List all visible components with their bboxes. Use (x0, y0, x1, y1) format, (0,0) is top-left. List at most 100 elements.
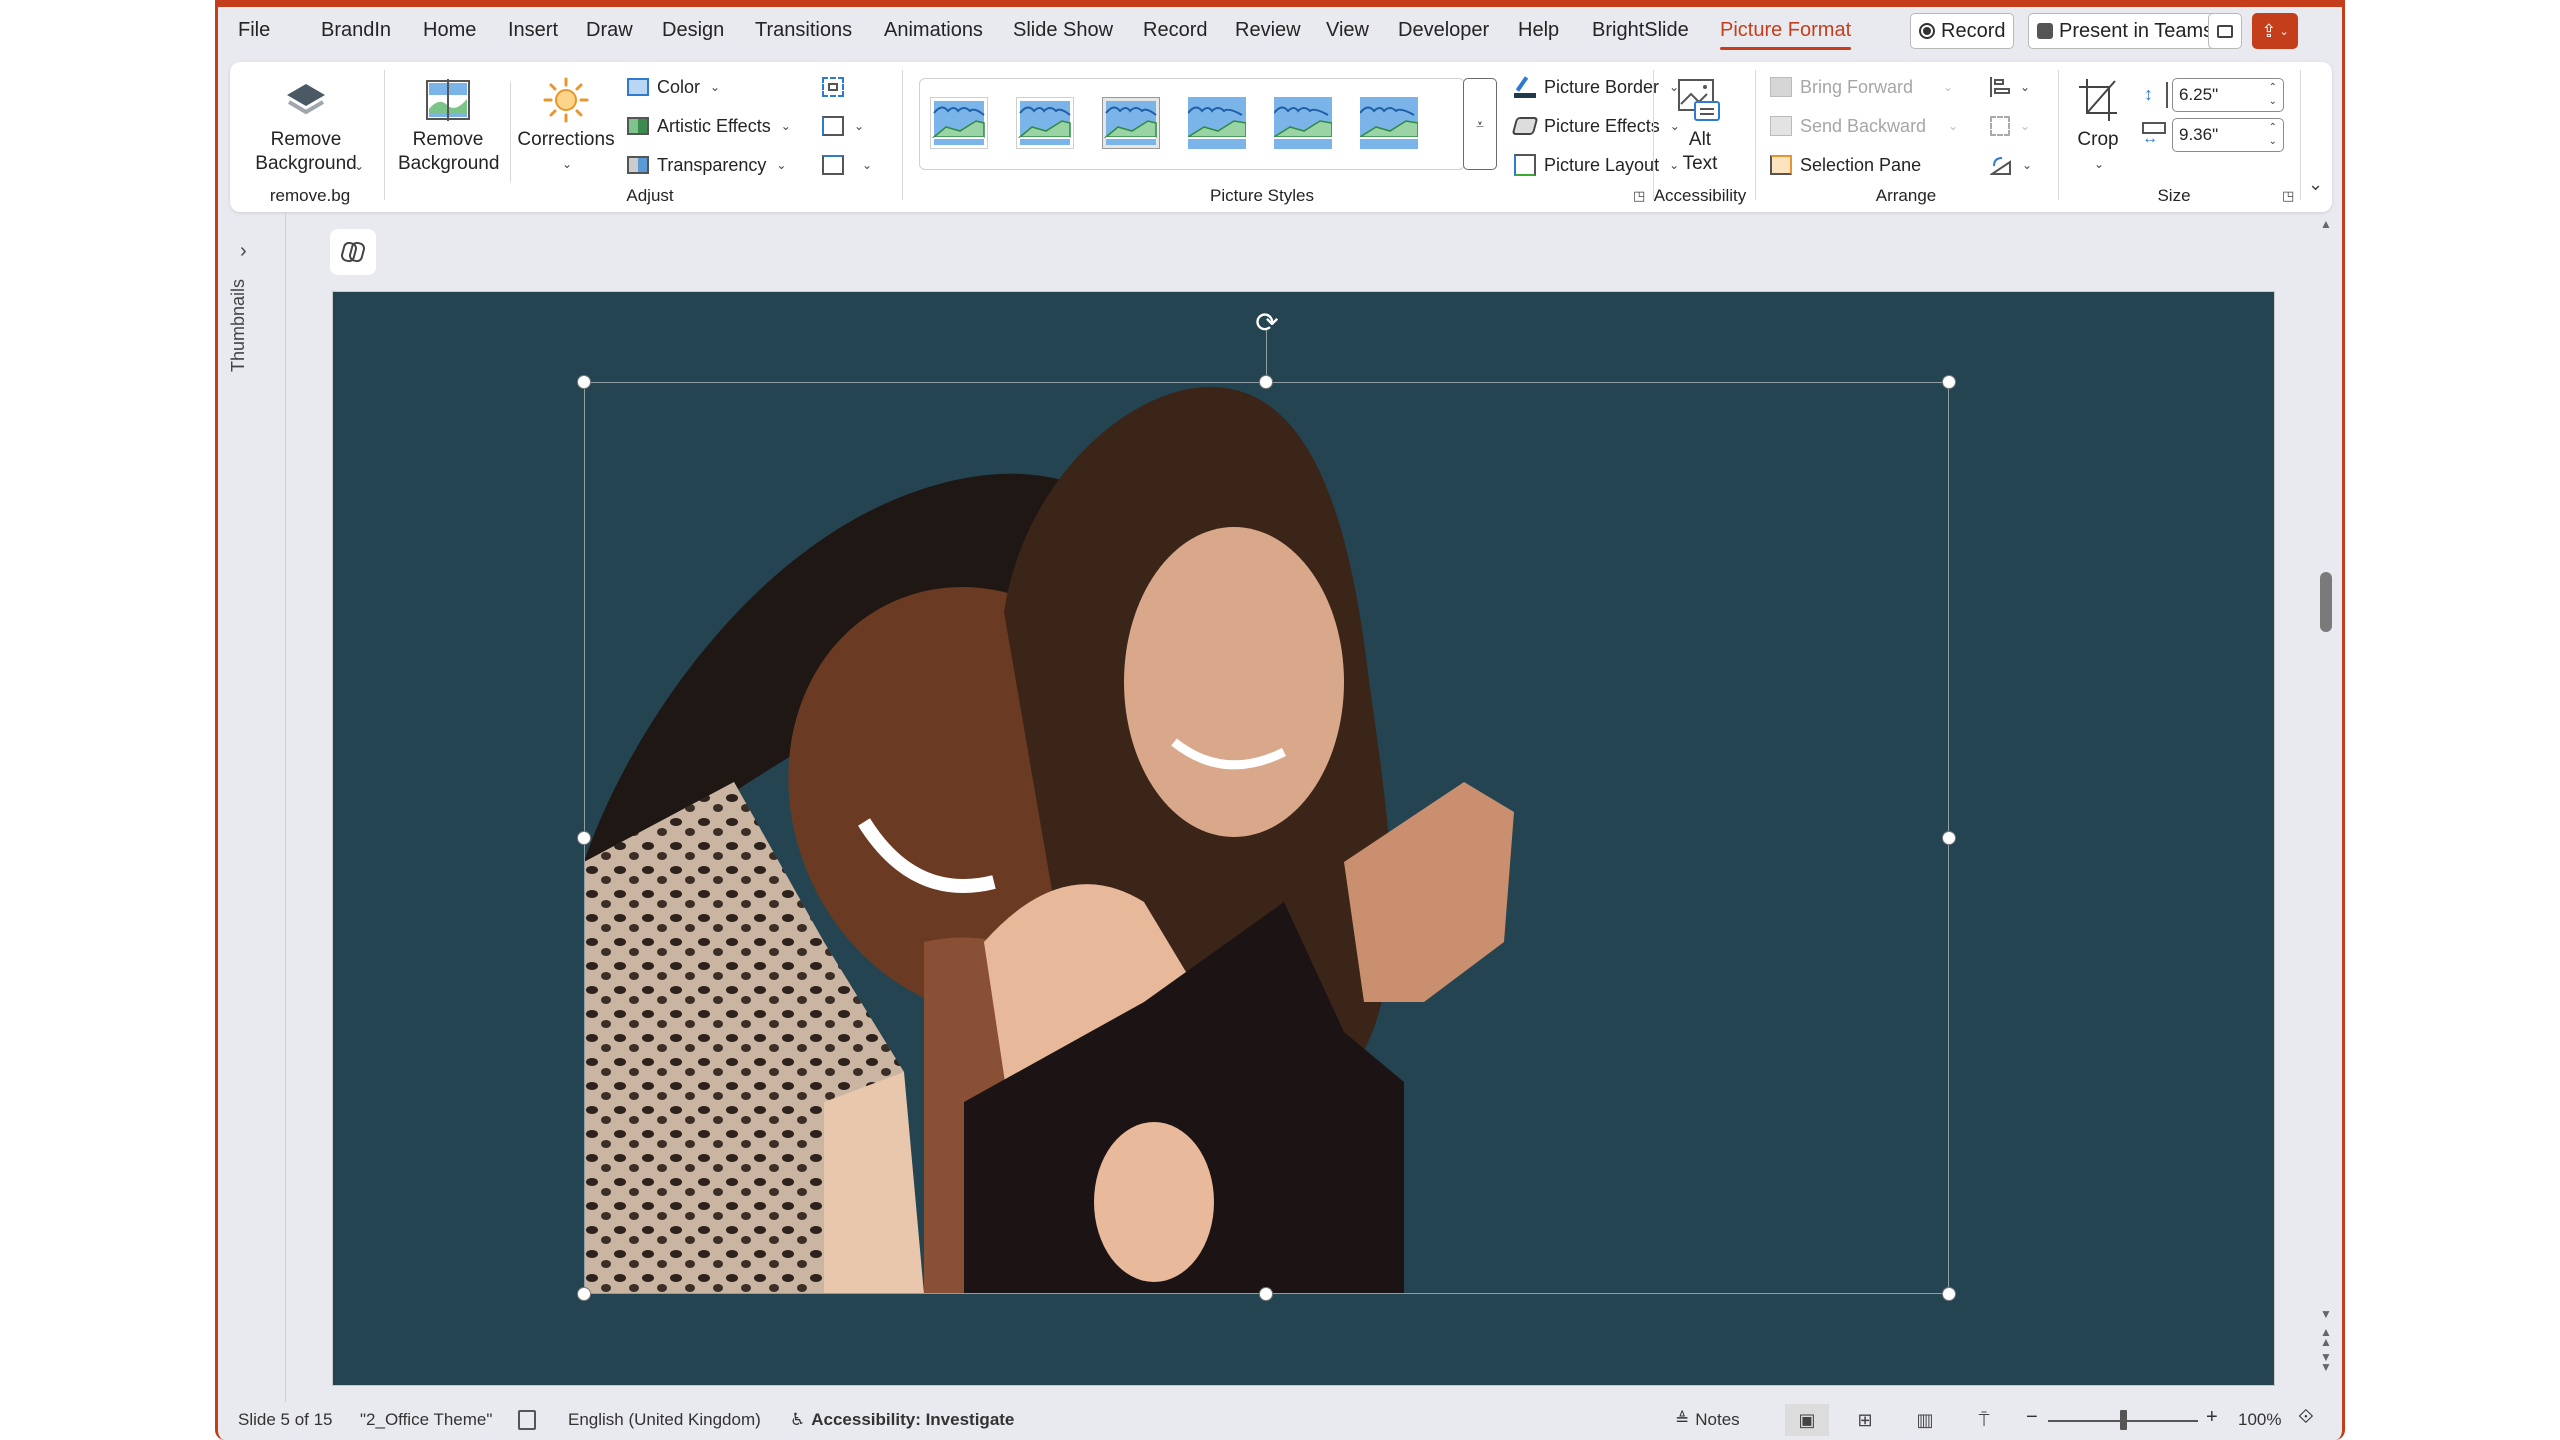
resize-handle-bottom-right[interactable] (1942, 1287, 1956, 1301)
expand-thumbnails-icon[interactable]: › (240, 240, 247, 263)
picture-style-6[interactable] (1357, 97, 1419, 149)
height-spinner[interactable]: ⌃ ⌄ (2269, 81, 2277, 109)
collapse-ribbon-icon[interactable]: ⌄ (2308, 174, 2323, 195)
compress-pictures-button[interactable] (822, 72, 844, 102)
align-button[interactable]: ⌄ (1990, 72, 2030, 102)
alt-text-label-2: Text (1682, 153, 1718, 174)
picture-layout-button[interactable]: Picture Layout ⌄ (1514, 150, 1679, 180)
tab-brandin[interactable]: BrandIn (321, 19, 391, 42)
corrections-label: Corrections (517, 129, 615, 150)
tab-developer[interactable]: Developer (1398, 19, 1489, 42)
comments-button[interactable] (2208, 13, 2242, 49)
scroll-down-icon[interactable]: ▼ (2318, 1307, 2334, 1321)
alt-text-label-1: Alt (1688, 129, 1712, 150)
rotate-button[interactable]: ⌄ (1988, 150, 2032, 180)
rotate-icon (1988, 156, 2012, 175)
picture-style-2[interactable] (1016, 97, 1074, 149)
copilot-button[interactable] (330, 229, 376, 275)
tab-transitions[interactable]: Transitions (755, 19, 852, 42)
transparency-button[interactable]: Transparency ⌄ (627, 150, 786, 180)
tab-slide-show[interactable]: Slide Show (1013, 19, 1113, 42)
width-spinner[interactable]: ⌃ ⌄ (2269, 121, 2277, 149)
slide-show-button[interactable]: ⍑ (1962, 1404, 2006, 1436)
bring-forward-button[interactable]: Bring Forward ⌄ (1770, 72, 1953, 102)
tab-insert[interactable]: Insert (508, 19, 558, 42)
accessibility-checker[interactable]: ♿ Accessibility: Investigate (790, 1410, 1014, 1430)
alt-text-button[interactable]: Alt Text (1658, 72, 1742, 176)
notes-button[interactable]: ≜ Notes (1675, 1410, 1740, 1430)
record-button[interactable]: Record (1910, 13, 2015, 49)
ribbon: Remove Background ⌄ remove.bg Remove Bac… (230, 62, 2332, 212)
more-icon: ⩡ (1476, 115, 1484, 132)
change-picture-button[interactable]: ⌄ (822, 111, 864, 141)
fit-to-window-icon[interactable]: ⟐ (2298, 1406, 2314, 1429)
corrections-button[interactable]: Corrections ⌄ (516, 72, 616, 176)
vertical-scrollbar[interactable]: ▲ ▼ ▲ ▲ ▼ ▼ (2318, 217, 2334, 1382)
group-objects-button[interactable]: ⌄ (1990, 111, 2030, 141)
selection-pane-label: Selection Pane (1800, 154, 1922, 175)
slide-sorter-view-button[interactable]: ⊞ (1843, 1404, 1887, 1436)
next-slide-icon[interactable]: ▼ ▼ (2318, 1351, 2334, 1373)
tab-review[interactable]: Review (1235, 19, 1301, 42)
chevron-down-icon: ⌄ (2093, 157, 2105, 171)
zoom-slider-thumb[interactable] (2120, 1410, 2127, 1430)
remove-background-button[interactable]: Remove Background (390, 72, 506, 176)
artistic-effects-button[interactable]: Artistic Effects ⌄ (627, 111, 791, 141)
previous-slide-icon[interactable]: ▲ ▲ (2318, 1326, 2334, 1348)
tab-animations[interactable]: Animations (884, 19, 983, 42)
zoom-level[interactable]: 100% (2238, 1410, 2281, 1430)
group-divider (2300, 70, 2301, 200)
spelling-check-icon[interactable] (518, 1410, 536, 1430)
dialog-launcher-icon[interactable]: ◳ (2282, 188, 2294, 204)
reset-picture-button[interactable]: ⌄ (822, 150, 872, 180)
height-field[interactable]: 6.25" ⌃ ⌄ (2172, 78, 2284, 112)
tab-help[interactable]: Help (1518, 19, 1559, 42)
zoom-out-icon[interactable]: − (2026, 1406, 2038, 1429)
tab-draw[interactable]: Draw (586, 19, 633, 42)
change-picture-icon (822, 116, 844, 136)
gallery-more-button[interactable]: ⩡ (1463, 78, 1497, 170)
picture-style-5[interactable] (1271, 97, 1333, 149)
resize-handle-left[interactable] (577, 831, 591, 845)
tab-picture-format[interactable]: Picture Format (1720, 19, 1852, 50)
tab-home[interactable]: Home (423, 19, 476, 42)
tab-brightslide[interactable]: BrightSlide (1592, 19, 1689, 42)
thumbnails-label[interactable]: Thumbnails (228, 279, 249, 372)
language-indicator[interactable]: English (United Kingdom) (568, 1410, 761, 1430)
presentation-icon: ⍑ (1978, 1409, 1990, 1430)
comment-icon (2217, 24, 2233, 38)
dialog-launcher-icon[interactable]: ◳ (1633, 188, 1645, 204)
resize-handle-bottom-left[interactable] (577, 1287, 591, 1301)
selection-pane-button[interactable]: Selection Pane (1770, 150, 1921, 180)
width-field[interactable]: 9.36" ⌃ ⌄ (2172, 118, 2284, 152)
tab-record[interactable]: Record (1143, 19, 1207, 42)
resize-handle-top[interactable] (1259, 375, 1273, 389)
tab-design[interactable]: Design (662, 19, 724, 42)
picture-style-1[interactable] (930, 97, 988, 149)
resize-handle-bottom[interactable] (1259, 1287, 1273, 1301)
slide-canvas[interactable]: ⟳ (333, 292, 2274, 1385)
scroll-up-icon[interactable]: ▲ (2318, 217, 2334, 231)
resize-handle-top-right[interactable] (1942, 375, 1956, 389)
picture-effects-button[interactable]: Picture Effects ⌄ (1511, 111, 1680, 141)
resize-handle-top-left[interactable] (577, 375, 591, 389)
picture-border-button[interactable]: Picture Border ⌄ (1514, 72, 1679, 102)
resize-handle-right[interactable] (1942, 831, 1956, 845)
share-button[interactable]: ⇪ ⌄ (2252, 13, 2298, 49)
tab-file[interactable]: File (238, 19, 270, 42)
rotate-handle-icon[interactable]: ⟳ (1252, 308, 1282, 338)
zoom-in-icon[interactable]: + (2206, 1406, 2218, 1429)
picture-style-4[interactable] (1185, 97, 1247, 149)
sun-icon (542, 72, 590, 128)
crop-button[interactable]: Crop ⌄ (2066, 72, 2130, 176)
removebg-remove-background-button[interactable]: Remove Background ⌄ (244, 72, 368, 176)
normal-view-button[interactable]: ▣ (1785, 1404, 1829, 1436)
photo-two-women[interactable] (584, 382, 1949, 1294)
color-button[interactable]: Color ⌄ (627, 72, 720, 102)
send-backward-button[interactable]: Send Backward ⌄ (1770, 111, 1958, 141)
scrollbar-thumb[interactable] (2320, 572, 2332, 632)
picture-style-3[interactable] (1102, 97, 1160, 149)
present-in-teams-button[interactable]: Present in Teams (2028, 13, 2223, 49)
reading-view-button[interactable]: ▥ (1903, 1404, 1947, 1436)
tab-view[interactable]: View (1326, 19, 1369, 42)
